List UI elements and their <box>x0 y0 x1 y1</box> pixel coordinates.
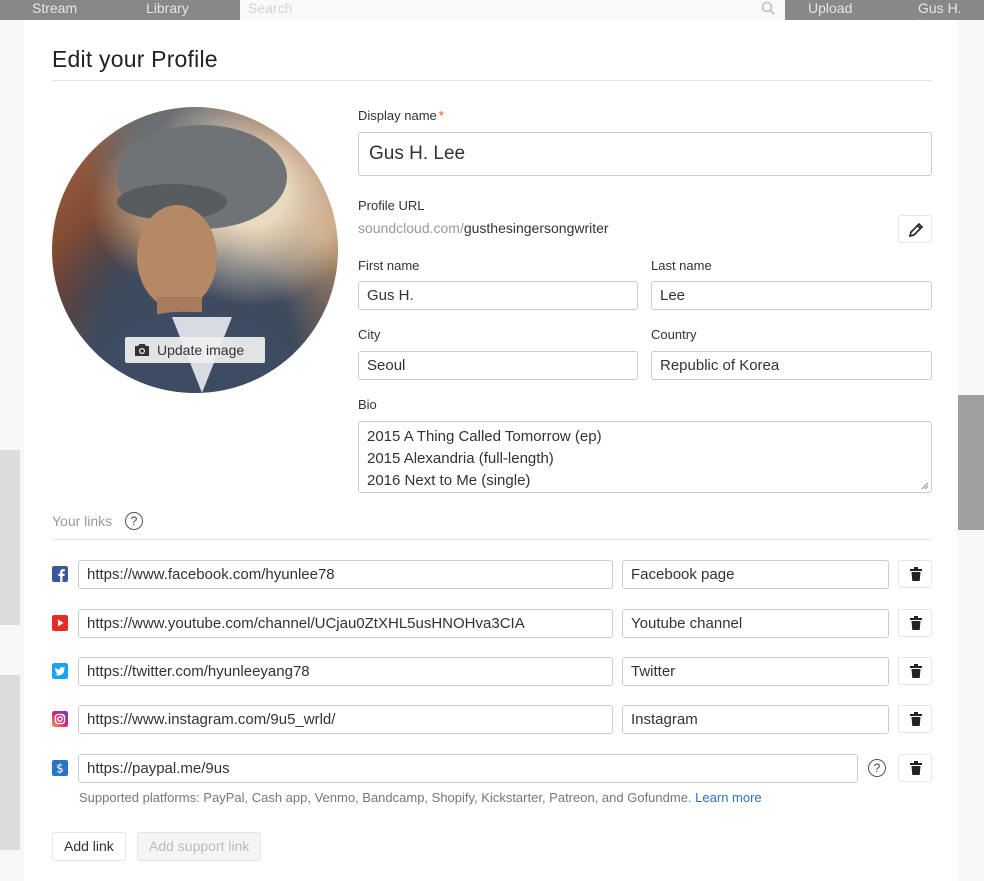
display-name-input[interactable]: Gus H. Lee <box>358 132 932 176</box>
trash-icon <box>910 664 922 678</box>
top-navigation-bar: Stream Library Search Upload Gus H. Lee <box>0 0 984 32</box>
profile-url-prefix: soundcloud.com/ <box>358 220 464 236</box>
link-title-input[interactable]: Twitter <box>622 657 889 686</box>
update-image-button[interactable]: Update image <box>125 337 265 363</box>
delete-link-button[interactable] <box>898 657 932 685</box>
twitter-icon <box>52 663 68 679</box>
city-value: Seoul <box>367 357 406 374</box>
resize-handle-icon[interactable] <box>921 482 929 490</box>
first-name-label: First name <box>358 258 420 273</box>
link-url-value: https://twitter.com/hyunleeyang78 <box>87 663 310 680</box>
bio-textarea[interactable]: 2015 A Thing Called Tomorrow (ep) 2015 A… <box>358 421 932 493</box>
nav-upload[interactable]: Upload <box>808 0 852 20</box>
help-icon[interactable]: ? <box>125 512 143 530</box>
dollar-icon: $ <box>52 760 68 776</box>
add-link-button[interactable]: Add link <box>52 832 126 861</box>
edit-profile-url-button[interactable] <box>898 215 932 243</box>
link-title-value: Youtube channel <box>631 615 743 632</box>
svg-text:$: $ <box>56 762 64 776</box>
required-asterisk: * <box>438 108 444 123</box>
supported-platforms-text: Supported platforms: PayPal, Cash app, V… <box>79 790 762 805</box>
profile-avatar[interactable]: Update image <box>52 107 338 393</box>
delete-link-button[interactable] <box>898 705 932 733</box>
link-url-input[interactable]: https://www.facebook.com/hyunlee78 <box>78 560 613 589</box>
trash-icon <box>910 616 922 630</box>
background-artwork <box>0 450 20 625</box>
your-links-heading: Your links <box>52 513 113 529</box>
dialog-title: Edit your Profile <box>52 46 218 72</box>
link-url-value: https://www.facebook.com/hyunlee78 <box>87 566 335 583</box>
link-title-value: Twitter <box>631 663 676 680</box>
display-name-value: Gus H. Lee <box>369 143 466 164</box>
country-value: Republic of Korea <box>660 357 780 374</box>
first-name-input[interactable]: Gus H. <box>358 281 638 310</box>
city-input[interactable]: Seoul <box>358 351 638 380</box>
trash-icon <box>910 567 922 581</box>
link-title-input[interactable]: Facebook page <box>622 560 889 589</box>
last-name-input[interactable]: Lee <box>651 281 932 310</box>
link-title-value: Instagram <box>631 711 698 728</box>
city-label: City <box>358 327 381 342</box>
background-banner <box>958 395 984 530</box>
bio-label: Bio <box>358 397 377 412</box>
profile-url-label: Profile URL <box>358 198 425 213</box>
help-icon[interactable]: ? <box>868 759 886 777</box>
delete-support-link-button[interactable] <box>898 754 932 782</box>
country-label: Country <box>651 327 697 342</box>
link-title-value: Facebook page <box>631 566 735 583</box>
first-name-value: Gus H. <box>367 287 414 304</box>
add-support-link-button[interactable]: Add support link <box>137 832 262 861</box>
last-name-label: Last name <box>651 258 712 273</box>
trash-icon <box>910 712 922 726</box>
edit-profile-dialog: Edit your Profile Update image Display n… <box>24 20 958 881</box>
bio-line: 2015 A Thing Called Tomorrow (ep) <box>367 428 602 445</box>
link-url-input[interactable]: https://www.youtube.com/channel/UCjau0Zt… <box>78 609 613 638</box>
nav-user-name[interactable]: Gus H. Lee <box>918 0 984 32</box>
profile-url-slug: gusthesingersongwriter <box>463 220 609 236</box>
delete-link-button[interactable] <box>898 560 932 588</box>
bio-line: 2015 Alexandria (full-length) <box>367 450 554 467</box>
display-name-label-text: Display name <box>358 108 437 123</box>
profile-url: soundcloud.com/gusthesingersongwriter <box>358 220 609 236</box>
link-url-input[interactable]: https://www.instagram.com/9u5_wrld/ <box>78 705 613 734</box>
background-artwork <box>0 675 20 850</box>
country-input[interactable]: Republic of Korea <box>651 351 932 380</box>
nav-library[interactable]: Library <box>146 0 189 20</box>
title-divider <box>52 80 932 81</box>
youtube-icon <box>52 615 68 631</box>
facebook-icon <box>52 566 68 582</box>
link-title-input[interactable]: Instagram <box>622 705 889 734</box>
links-divider <box>52 539 932 540</box>
camera-icon <box>135 344 149 356</box>
trash-icon <box>910 761 922 775</box>
search-icon <box>761 1 775 15</box>
search-placeholder: Search <box>248 0 293 16</box>
bio-line: 2016 Next to Me (single) <box>367 472 531 489</box>
supported-platforms-list: Supported platforms: PayPal, Cash app, V… <box>79 790 692 805</box>
update-image-label: Update image <box>157 342 245 358</box>
support-link-url-input[interactable]: https://paypal.me/9us <box>78 754 858 783</box>
instagram-icon <box>52 711 68 727</box>
delete-link-button[interactable] <box>898 609 932 637</box>
learn-more-link[interactable]: Learn more <box>695 790 761 805</box>
display-name-label: Display name * <box>358 108 444 123</box>
nav-stream[interactable]: Stream <box>32 0 77 20</box>
support-link-url-value: https://paypal.me/9us <box>87 760 230 777</box>
pencil-icon <box>908 222 924 238</box>
link-url-value: https://www.youtube.com/channel/UCjau0Zt… <box>87 615 525 632</box>
link-url-input[interactable]: https://twitter.com/hyunleeyang78 <box>78 657 613 686</box>
link-title-input[interactable]: Youtube channel <box>622 609 889 638</box>
search-input[interactable]: Search <box>240 0 785 20</box>
link-url-value: https://www.instagram.com/9u5_wrld/ <box>87 711 336 728</box>
last-name-value: Lee <box>660 287 686 304</box>
